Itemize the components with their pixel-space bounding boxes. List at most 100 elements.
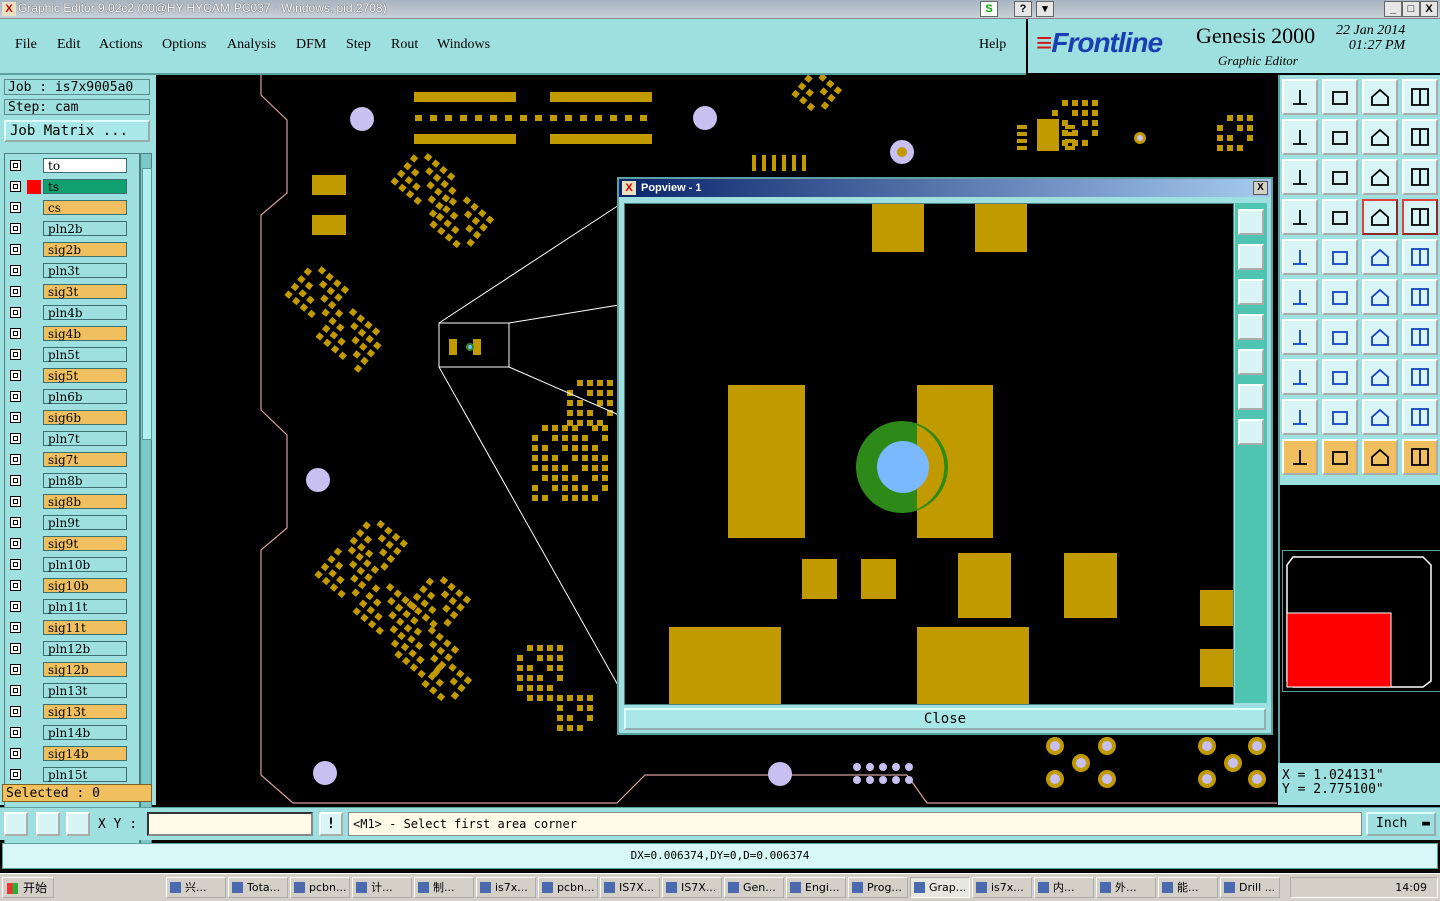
- layer-checkbox[interactable]: [10, 433, 21, 444]
- layer-row-pln14b[interactable]: pln14b: [7, 725, 127, 741]
- grid-icon[interactable]: [66, 812, 90, 836]
- help-icon[interactable]: ?: [1014, 1, 1032, 17]
- layer-checkbox[interactable]: [10, 475, 21, 486]
- layer-row-cs[interactable]: cs: [7, 200, 127, 216]
- layer-row-sig5t[interactable]: sig5t: [7, 368, 127, 384]
- layer-row-pln12b[interactable]: pln12b: [7, 641, 127, 657]
- step-icon[interactable]: [1402, 319, 1438, 355]
- layer-checkbox[interactable]: [10, 391, 21, 402]
- menu-file[interactable]: File: [15, 37, 37, 53]
- layer-name[interactable]: sig6b: [43, 410, 127, 425]
- taskbar-item[interactable]: IS7X...: [662, 877, 722, 898]
- popview-close-button[interactable]: Close: [624, 708, 1266, 730]
- layer-row-sig9t[interactable]: sig9t: [7, 536, 127, 552]
- layer-name[interactable]: sig12b: [43, 662, 127, 677]
- layer-name[interactable]: sig8b: [43, 494, 127, 509]
- layer-name[interactable]: ts: [43, 179, 127, 194]
- route-icon[interactable]: [1282, 199, 1318, 235]
- menu-step[interactable]: Step: [346, 37, 371, 53]
- layer-name[interactable]: to: [43, 158, 127, 173]
- house-icon[interactable]: [1362, 79, 1398, 115]
- layer-row-sig2b[interactable]: sig2b: [7, 242, 127, 258]
- layer-checkbox[interactable]: [10, 748, 21, 759]
- layer-name[interactable]: sig10b: [43, 578, 127, 593]
- layer-row-pln5t[interactable]: pln5t: [7, 347, 127, 363]
- layer-row-pln8b[interactable]: pln8b: [7, 473, 127, 489]
- layer-checkbox[interactable]: [10, 727, 21, 738]
- layer-name[interactable]: sig2b: [43, 242, 127, 257]
- layer-name[interactable]: pln3t: [43, 263, 127, 278]
- taskbar-item[interactable]: 内...: [1034, 877, 1094, 898]
- layer-name[interactable]: pln12b: [43, 641, 127, 656]
- layer-row-pln15t[interactable]: pln15t: [7, 767, 127, 783]
- home-icon[interactable]: [1282, 79, 1318, 115]
- layer-checkbox[interactable]: [10, 538, 21, 549]
- layer-name[interactable]: pln8b: [43, 473, 127, 488]
- layer-row-pln4b[interactable]: pln4b: [7, 305, 127, 321]
- job-matrix-button[interactable]: Job Matrix ...: [4, 120, 150, 142]
- xy-input[interactable]: [147, 812, 313, 836]
- window-icon[interactable]: [1402, 79, 1438, 115]
- scale-icon[interactable]: [1362, 159, 1398, 195]
- connect-icon[interactable]: [1362, 279, 1398, 315]
- layer-name[interactable]: sig11t: [43, 620, 127, 635]
- layer-row-pln13t[interactable]: pln13t: [7, 683, 127, 699]
- layer-row-sig13t[interactable]: sig13t: [7, 704, 127, 720]
- menu-edit[interactable]: Edit: [57, 37, 80, 53]
- maximize-button[interactable]: □: [1402, 1, 1420, 17]
- taskbar-item[interactable]: Drill ...: [1220, 877, 1280, 898]
- layer-name[interactable]: cs: [43, 200, 127, 215]
- layer-row-pln7t[interactable]: pln7t: [7, 431, 127, 447]
- layer-checkbox[interactable]: [10, 559, 21, 570]
- minimap[interactable]: [1282, 550, 1440, 692]
- menu-analysis[interactable]: Analysis: [227, 37, 276, 53]
- menu-options[interactable]: Options: [162, 37, 206, 53]
- layer-row-sig14b[interactable]: sig14b: [7, 746, 127, 762]
- layer-checkbox[interactable]: [10, 412, 21, 423]
- a-icon[interactable]: [1322, 399, 1358, 435]
- layer-name[interactable]: pln9t: [43, 515, 127, 530]
- net-icon[interactable]: [1362, 199, 1398, 235]
- cross-icon[interactable]: [1322, 279, 1358, 315]
- layer-checkbox[interactable]: [10, 370, 21, 381]
- close-button[interactable]: X: [1420, 1, 1438, 17]
- menu-help[interactable]: Help: [979, 37, 1006, 53]
- layer-row-pln9t[interactable]: pln9t: [7, 515, 127, 531]
- taskbar-item[interactable]: 制...: [414, 877, 474, 898]
- taskbar-item[interactable]: Engi...: [786, 877, 846, 898]
- layer-name[interactable]: sig9t: [43, 536, 127, 551]
- resize-icon[interactable]: [1362, 359, 1398, 395]
- pointer4-icon[interactable]: [1402, 439, 1438, 475]
- net2-icon[interactable]: [1402, 199, 1438, 235]
- fit-icon[interactable]: [1238, 384, 1264, 410]
- taskbar-item[interactable]: 能...: [1158, 877, 1218, 898]
- layer-row-pln6b[interactable]: pln6b: [7, 389, 127, 405]
- unit-selector[interactable]: Inch ▬: [1366, 812, 1436, 836]
- layer-name[interactable]: pln11t: [43, 599, 127, 614]
- print-icon[interactable]: [1238, 244, 1264, 270]
- a2-icon[interactable]: [1362, 399, 1398, 435]
- layer-checkbox[interactable]: [10, 685, 21, 696]
- ruler-icon[interactable]: [1362, 239, 1398, 275]
- layer-checkbox[interactable]: [10, 601, 21, 612]
- popview-drawing[interactable]: [625, 204, 1233, 704]
- angle-icon[interactable]: [36, 812, 60, 836]
- layer-checkbox[interactable]: [10, 664, 21, 675]
- layer-name[interactable]: sig3t: [43, 284, 127, 299]
- pad-icon[interactable]: [1402, 239, 1438, 275]
- taskbar-item[interactable]: pcbn...: [290, 877, 350, 898]
- taskbar-item[interactable]: Gen...: [724, 877, 784, 898]
- undo-icon[interactable]: [1362, 119, 1398, 155]
- layer-checkbox[interactable]: [10, 223, 21, 234]
- taskbar-item[interactable]: is7x...: [972, 877, 1032, 898]
- taskbar-item[interactable]: 兴...: [166, 877, 226, 898]
- group-icon[interactable]: [1402, 359, 1438, 395]
- pointer-icon[interactable]: [1282, 439, 1318, 475]
- layer-checkbox[interactable]: [10, 181, 21, 192]
- start-button[interactable]: 开始: [2, 877, 54, 898]
- layer-row-sig4b[interactable]: sig4b: [7, 326, 127, 342]
- popview-titlebar[interactable]: X Popview - 1 X: [619, 179, 1271, 197]
- layer-name[interactable]: pln10b: [43, 557, 127, 572]
- layer-checkbox[interactable]: [10, 160, 21, 171]
- zoom-center-icon[interactable]: [1322, 159, 1358, 195]
